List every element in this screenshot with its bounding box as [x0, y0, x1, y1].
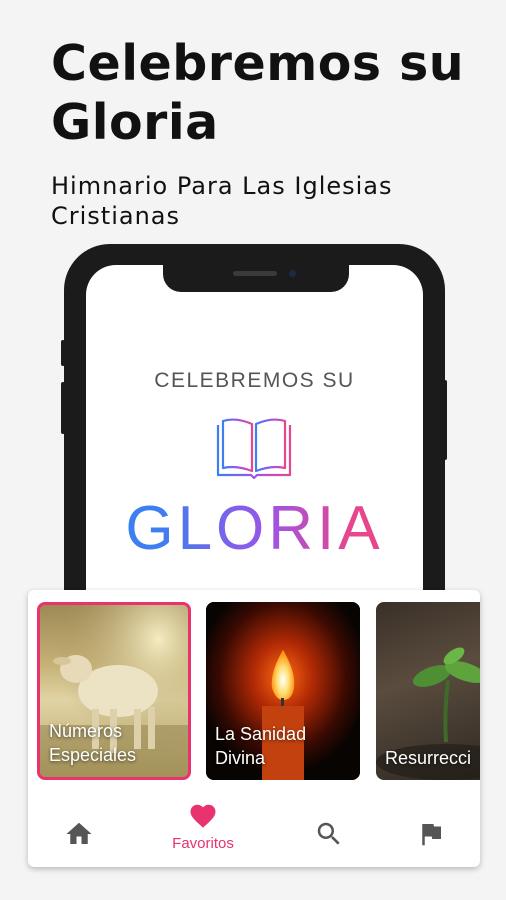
category-card-resurreccion[interactable]: Resurrecci — [376, 602, 480, 780]
category-card-la-sanidad-divina[interactable]: La Sanidad Divina — [206, 602, 360, 780]
home-icon — [66, 822, 92, 844]
phone-power-button — [443, 380, 447, 460]
speaker-grille — [233, 271, 277, 276]
brand-main-text: GLORIA — [86, 491, 423, 575]
page-subtitle: Himnario Para Las Iglesias Cristianas — [51, 172, 393, 230]
phone-side-button — [61, 340, 65, 366]
category-label: Resurrecci — [385, 748, 472, 768]
nav-flag[interactable] — [391, 807, 471, 853]
heart-icon — [190, 804, 216, 828]
category-label: La Sanidad Divina — [215, 724, 307, 768]
phone-volume-button — [61, 382, 65, 434]
nav-favoritos[interactable]: Favoritos — [163, 801, 243, 852]
phone-notch — [163, 265, 349, 292]
category-label: Números Especiales — [49, 721, 137, 765]
open-book-icon — [214, 415, 294, 485]
nav-home[interactable] — [39, 807, 119, 853]
nav-search[interactable] — [289, 807, 369, 853]
search-icon — [317, 822, 340, 845]
front-camera — [289, 270, 296, 277]
page-headline: Celebremos su Gloria — [51, 35, 465, 151]
bottom-navigation: Favoritos — [28, 795, 480, 867]
flag-icon — [422, 824, 441, 846]
categories-panel: Números Especiales La Sanidad Divina Res… — [28, 590, 480, 867]
svg-text:GLORIA: GLORIA — [125, 494, 383, 561]
nav-favoritos-label: Favoritos — [172, 835, 234, 852]
brand-top-text: CELEBREMOS SU — [154, 369, 355, 392]
category-card-numeros-especiales[interactable]: Números Especiales — [37, 602, 191, 780]
